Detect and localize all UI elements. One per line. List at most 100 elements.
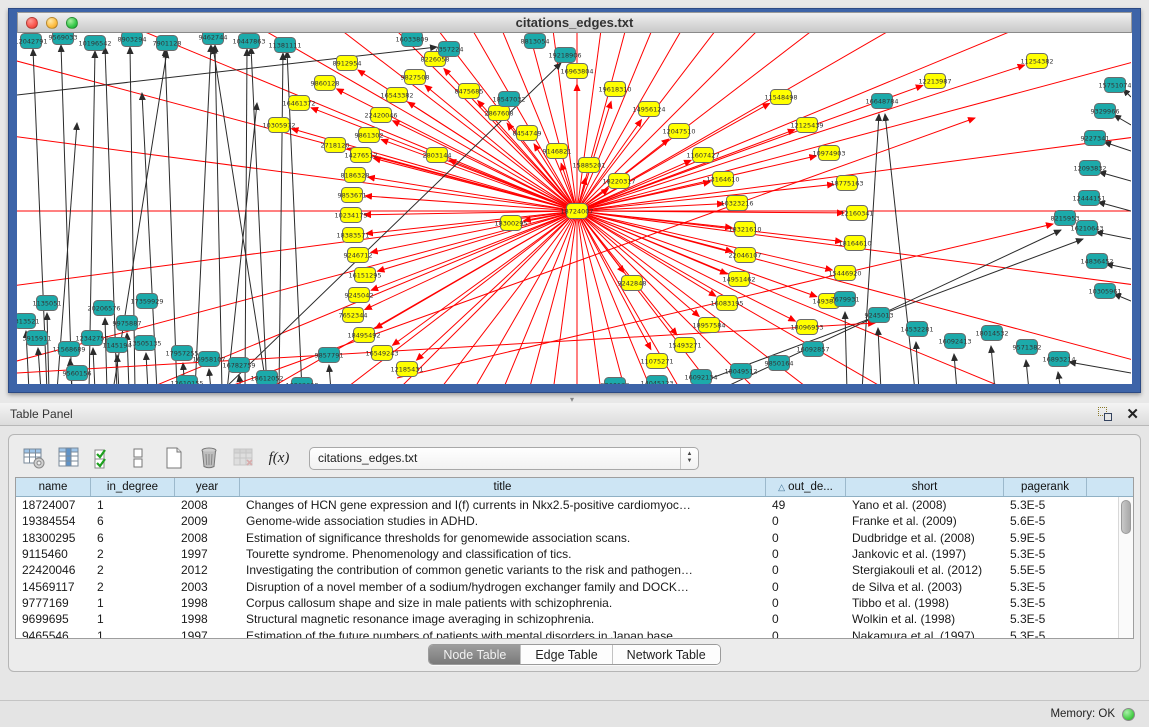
graph-node[interactable]: 9860128: [311, 76, 340, 91]
cell-in_degree[interactable]: 2: [91, 578, 175, 594]
graph-node[interactable]: 20206576: [87, 301, 120, 316]
graph-node[interactable]: 10234175: [334, 208, 367, 223]
cell-in_degree[interactable]: 6: [91, 530, 175, 546]
citation-edge[interactable]: [1058, 372, 1061, 384]
column-header-pagerank[interactable]: pagerank: [1004, 478, 1087, 496]
cell-title[interactable]: Investigating the contribution of common…: [240, 562, 766, 578]
citation-edge[interactable]: [47, 313, 49, 384]
cell-name[interactable]: 18724007: [16, 497, 91, 513]
table-row[interactable]: 911546021997Tourette syndrome. Phenomeno…: [16, 546, 1133, 562]
deselect-all-icon[interactable]: [126, 445, 152, 471]
graph-node[interactable]: 11607427: [686, 148, 719, 163]
cell-title[interactable]: Tourette syndrome. Phenomenology and cla…: [240, 546, 766, 562]
citation-edge[interactable]: [165, 49, 177, 384]
cell-pagerank[interactable]: 5.3E-5: [1004, 497, 1087, 513]
citation-edge[interactable]: [577, 211, 842, 242]
citation-edge[interactable]: [1098, 202, 1131, 211]
graph-node[interactable]: 16092134: [684, 370, 717, 385]
cell-year[interactable]: 2008: [175, 497, 240, 513]
cell-year[interactable]: 2012: [175, 562, 240, 578]
table-row[interactable]: 1938455462009Genome-wide association stu…: [16, 513, 1133, 529]
graph-node[interactable]: 12610155: [170, 376, 203, 385]
graph-node[interactable]: 12093832: [1073, 161, 1106, 176]
graph-node[interactable]: 8215953: [1051, 211, 1080, 226]
graph-node[interactable]: 11381111: [268, 38, 301, 53]
graph-node[interactable]: 10447863: [232, 34, 265, 49]
graph-node[interactable]: 9861302: [355, 128, 384, 143]
memory-status-icon[interactable]: [1122, 708, 1135, 721]
graph-node[interactable]: 14836452: [1080, 254, 1113, 269]
graph-node[interactable]: 8475685: [455, 84, 484, 99]
cell-title[interactable]: Estimation of the future numbers of pati…: [240, 627, 766, 638]
graph-node[interactable]: 14956124: [632, 102, 665, 117]
network-table-select[interactable]: citations_edges.txt ▲▼: [309, 447, 699, 470]
cell-out_de[interactable]: 0: [766, 578, 846, 594]
graph-node[interactable]: 18612052: [250, 371, 283, 385]
graph-node[interactable]: 9245042: [345, 288, 374, 303]
cell-in_degree[interactable]: 1: [91, 595, 175, 611]
graph-node[interactable]: 16893214: [1042, 352, 1075, 367]
graph-node[interactable]: 1145194: [103, 338, 132, 353]
cell-short[interactable]: Tibbo et al. (1998): [846, 595, 1004, 611]
graph-node[interactable]: 9860123: [601, 378, 630, 385]
cell-title[interactable]: Estimation of significance thresholds fo…: [240, 530, 766, 546]
cell-in_degree[interactable]: 6: [91, 513, 175, 529]
cell-in_degree[interactable]: 1: [91, 611, 175, 627]
citation-edge[interactable]: [1114, 115, 1131, 125]
citation-edge[interactable]: [1069, 362, 1131, 373]
cell-title[interactable]: Corpus callosum shape and size in male p…: [240, 595, 766, 611]
table-row[interactable]: 946554611997Estimation of the future num…: [16, 627, 1133, 638]
cell-name[interactable]: 14569117: [16, 578, 91, 594]
column-visibility-icon[interactable]: [56, 445, 82, 471]
graph-node[interactable]: 9827508: [401, 70, 430, 85]
graph-node[interactable]: 16033809: [395, 33, 428, 47]
column-header-out_de[interactable]: △out_de...: [766, 478, 846, 496]
select-all-icon[interactable]: [91, 445, 117, 471]
citation-edge[interactable]: [329, 365, 331, 384]
graph-node[interactable]: 2803144: [423, 148, 452, 163]
graph-node[interactable]: 8903294: [118, 33, 147, 47]
graph-node[interactable]: 18321610: [728, 222, 761, 237]
graph-node[interactable]: 8912954: [333, 56, 362, 71]
panel-splitter[interactable]: ▾: [0, 393, 1149, 403]
citation-edge[interactable]: [1099, 172, 1131, 181]
cell-out_de[interactable]: 0: [766, 562, 846, 578]
citation-edge[interactable]: [38, 348, 41, 384]
citation-edge[interactable]: [916, 342, 919, 384]
column-header-year[interactable]: year: [175, 478, 240, 496]
graph-node[interactable]: 2718120: [321, 138, 350, 153]
cell-year[interactable]: 2003: [175, 578, 240, 594]
graph-node[interactable]: 12213987: [918, 74, 951, 89]
citation-edge[interactable]: [577, 65, 1025, 211]
tab-edge-table[interactable]: Edge Table: [521, 645, 612, 664]
graph-node[interactable]: 10196542: [78, 36, 111, 51]
graph-node[interactable]: 18049512: [724, 364, 757, 379]
graph-node[interactable]: 10974903: [812, 146, 845, 161]
graph-node[interactable]: 7357224: [435, 42, 464, 57]
cell-out_de[interactable]: 0: [766, 611, 846, 627]
graph-node[interactable]: 9313521: [17, 314, 39, 329]
cell-out_de[interactable]: 0: [766, 595, 846, 611]
graph-node[interactable]: 19618310: [598, 82, 631, 97]
graph-node[interactable]: 11254382: [1020, 54, 1053, 69]
cell-pagerank[interactable]: 5.3E-5: [1004, 546, 1087, 562]
citation-edge[interactable]: [954, 354, 957, 384]
graph-node[interactable]: 9850164: [765, 356, 794, 371]
cell-short[interactable]: Nakamura et al. (1997): [846, 627, 1004, 638]
graph-node[interactable]: 22420046: [364, 108, 397, 123]
cell-short[interactable]: de Silva et al. (2003): [846, 578, 1004, 594]
graph-node[interactable]: 7901128: [153, 36, 182, 51]
citation-edge[interactable]: [130, 47, 135, 384]
graph-node[interactable]: 15493271: [668, 338, 701, 353]
graph-node[interactable]: 9569033: [49, 33, 78, 45]
cell-title[interactable]: Disruption of a novel member of a sodium…: [240, 578, 766, 594]
cell-short[interactable]: Wolkin et al. (1998): [846, 611, 1004, 627]
table-settings-icon[interactable]: [21, 445, 47, 471]
cell-pagerank[interactable]: 5.5E-5: [1004, 562, 1087, 578]
graph-node[interactable]: 12185431: [390, 362, 423, 377]
cell-pagerank[interactable]: 5.6E-5: [1004, 513, 1087, 529]
cell-pagerank[interactable]: 5.3E-5: [1004, 627, 1087, 638]
cell-pagerank[interactable]: 5.3E-5: [1004, 595, 1087, 611]
cell-short[interactable]: Yano et al. (2008): [846, 497, 1004, 513]
cell-pagerank[interactable]: 5.9E-5: [1004, 530, 1087, 546]
